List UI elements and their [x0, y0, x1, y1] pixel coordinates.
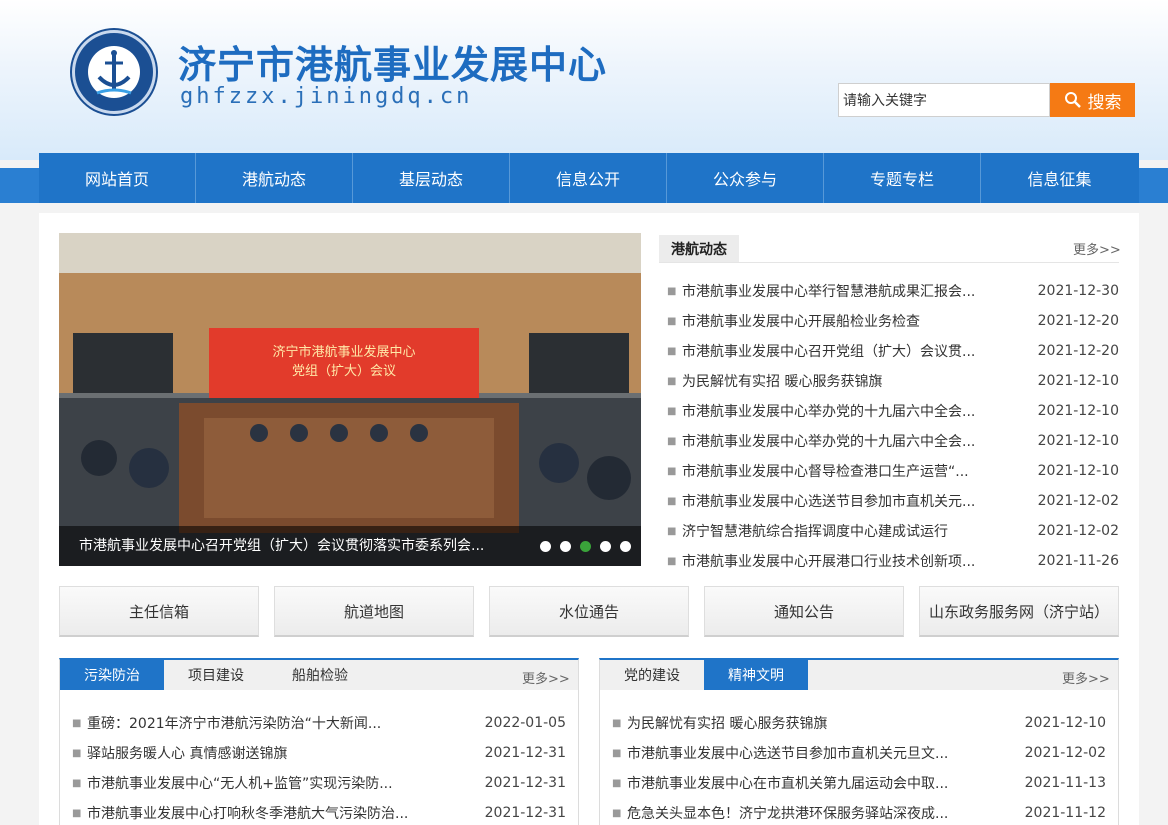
bullet-icon: ■ [612, 747, 622, 759]
slider-dots [540, 541, 631, 552]
site-title: 济宁市港航事业发展中心 [178, 43, 608, 87]
tab-project-construction[interactable]: 项目建设 [164, 660, 268, 690]
anchor-icon [88, 46, 140, 98]
tabbox-list: ■ 重磅：2021年济宁市港航污染防治“十大新闻... 2022-01-05 ■ 驿站… [72, 708, 566, 825]
bullet-icon: ■ [72, 777, 82, 789]
list-item[interactable]: ■ 重磅：2021年济宁市港航污染防治“十大新闻... 2022-01-05 [72, 708, 566, 738]
bullet-icon: ■ [612, 717, 622, 729]
tabbox-pollution: 污染防治 项目建设 船舶检验 更多>> ■ 重磅：2021年济宁市港航污染防治“十… [59, 658, 579, 825]
tabbox-list: ■ 为民解忧有实招 暖心服务获锦旗 2021-12-10 ■ 市港航事业发展中心选送节… [612, 708, 1106, 825]
bullet-icon: ■ [667, 315, 677, 327]
bullet-icon: ■ [667, 525, 677, 537]
slider-dot[interactable] [560, 541, 571, 552]
quick-link-notices[interactable]: 通知公告 [704, 586, 904, 637]
tab-pollution-control[interactable]: 污染防治 [60, 660, 164, 690]
list-item[interactable]: ■ 为民解忧有实招 暖心服务获锦旗 2021-12-10 [667, 366, 1119, 396]
bullet-icon: ■ [667, 345, 677, 357]
slider-dot[interactable] [620, 541, 631, 552]
slider-dot[interactable] [600, 541, 611, 552]
tab-party-building[interactable]: 党的建设 [600, 660, 704, 690]
bullet-icon: ■ [667, 555, 677, 567]
banner-line-1: 济宁市港航事业发展中心 [272, 344, 415, 360]
bullet-icon: ■ [667, 465, 677, 477]
quick-link-channel-map[interactable]: 航道地图 [274, 586, 474, 637]
tab-bar: 党的建设 精神文明 [600, 660, 1118, 690]
nav-item-local-news[interactable]: 基层动态 [353, 153, 510, 203]
site-domain: ghfzzx.jiningdq.cn [180, 84, 473, 109]
quick-link-gov-service[interactable]: 山东政务服务网（济宁站） [919, 586, 1119, 637]
nav-item-port-news[interactable]: 港航动态 [196, 153, 353, 203]
bullet-icon: ■ [72, 747, 82, 759]
search-input[interactable] [838, 83, 1050, 117]
list-item[interactable]: ■ 济宁智慧港航综合指挥调度中心建成试运行 2021-12-02 [667, 516, 1119, 546]
list-item[interactable]: ■ 市港航事业发展中心开展港口行业技术创新项... 2021-11-26 [667, 546, 1119, 576]
list-item[interactable]: ■ 市港航事业发展中心开展船检业务检查 2021-12-20 [667, 306, 1119, 336]
nav-item-info-collection[interactable]: 信息征集 [981, 153, 1138, 203]
tabbox-more-link[interactable]: 更多>> [1062, 668, 1110, 687]
nav-item-special-topics[interactable]: 专题专栏 [824, 153, 981, 203]
list-item[interactable]: ■ 市港航事业发展中心在市直机关第九届运动会中取... 2021-11-13 [612, 768, 1106, 798]
quick-link-water-level[interactable]: 水位通告 [489, 586, 689, 637]
site-logo[interactable] [72, 30, 156, 114]
list-item[interactable]: ■ 市港航事业发展中心打响秋冬季港航大气污染防治... 2021-12-31 [72, 798, 566, 825]
bullet-icon: ■ [667, 375, 677, 387]
main-nav: 网站首页 港航动态 基层动态 信息公开 公众参与 专题专栏 信息征集 [39, 153, 1139, 203]
list-item[interactable]: ■ 市港航事业发展中心召开党组（扩大）会议贯... 2021-12-20 [667, 336, 1119, 366]
nav-item-home[interactable]: 网站首页 [39, 153, 196, 203]
search-icon [1064, 92, 1081, 108]
bullet-icon: ■ [667, 495, 677, 507]
bullet-icon: ■ [612, 777, 622, 789]
divider [659, 262, 1119, 263]
bullet-icon: ■ [667, 405, 677, 417]
banner-line-2: 党组（扩大）会议 [292, 364, 396, 379]
nav-item-info-disclosure[interactable]: 信息公开 [510, 153, 667, 203]
tab-ship-inspection[interactable]: 船舶检验 [268, 660, 372, 690]
list-item[interactable]: ■ 市港航事业发展中心督导检查港口生产运营“... 2021-12-10 [667, 456, 1119, 486]
search-button[interactable]: 搜索 [1050, 83, 1135, 117]
list-item[interactable]: ■ 市港航事业发展中心举办党的十九届六中全会... 2021-12-10 [667, 426, 1119, 456]
bullet-icon: ■ [72, 807, 82, 819]
tabbox-more-link[interactable]: 更多>> [522, 668, 570, 687]
tab-bar: 污染防治 项目建设 船舶检验 [60, 660, 578, 690]
bullet-icon: ■ [72, 717, 82, 729]
quick-link-director-mailbox[interactable]: 主任信箱 [59, 586, 259, 637]
slider-dot-active[interactable] [580, 541, 591, 552]
meeting-photo: 济宁市港航事业发展中心 党组（扩大）会议 [59, 233, 641, 566]
tab-spiritual-civilization[interactable]: 精神文明 [704, 660, 808, 690]
news-list: ■ 市港航事业发展中心举行智慧港航成果汇报会... 2021-12-30 ■ 市港航事… [667, 276, 1119, 576]
list-item[interactable]: ■ 市港航事业发展中心选送节目参加市直机关元... 2021-12-02 [667, 486, 1119, 516]
list-item[interactable]: ■ 市港航事业发展中心举行智慧港航成果汇报会... 2021-12-30 [667, 276, 1119, 306]
nav-item-public-participation[interactable]: 公众参与 [667, 153, 824, 203]
list-item[interactable]: ■ 危急关头显本色！济宁龙拱港环保服务驿站深夜成... 2021-11-12 [612, 798, 1106, 825]
bullet-icon: ■ [612, 807, 622, 819]
list-item[interactable]: ■ 为民解忧有实招 暖心服务获锦旗 2021-12-10 [612, 708, 1106, 738]
search-button-label: 搜索 [1087, 92, 1122, 113]
news-slider[interactable]: 济宁市港航事业发展中心 党组（扩大）会议 市港航事业发展中心召开党组（扩大）会议… [59, 233, 641, 566]
news-section-title: 港航动态 [659, 235, 739, 263]
site-header: 济宁市港航事业发展中心 ghfzzx.jiningdq.cn 搜索 [0, 0, 1168, 160]
list-item[interactable]: ■ 市港航事业发展中心“无人机+监管”实现污染防... 2021-12-31 [72, 768, 566, 798]
quick-links: 主任信箱 航道地图 水位通告 通知公告 山东政务服务网（济宁站） [59, 586, 1119, 637]
list-item[interactable]: ■ 市港航事业发展中心举办党的十九届六中全会... 2021-12-10 [667, 396, 1119, 426]
news-more-link[interactable]: 更多>> [1073, 239, 1121, 258]
tabbox-party: 党的建设 精神文明 更多>> ■ 为民解忧有实招 暖心服务获锦旗 2021-12-1… [599, 658, 1119, 825]
slider-dot[interactable] [540, 541, 551, 552]
list-item[interactable]: ■ 市港航事业发展中心选送节目参加市直机关元旦文... 2021-12-02 [612, 738, 1106, 768]
list-item[interactable]: ■ 驿站服务暖人心 真情感谢送锦旗 2021-12-31 [72, 738, 566, 768]
bullet-icon: ■ [667, 285, 677, 297]
bullet-icon: ■ [667, 435, 677, 447]
